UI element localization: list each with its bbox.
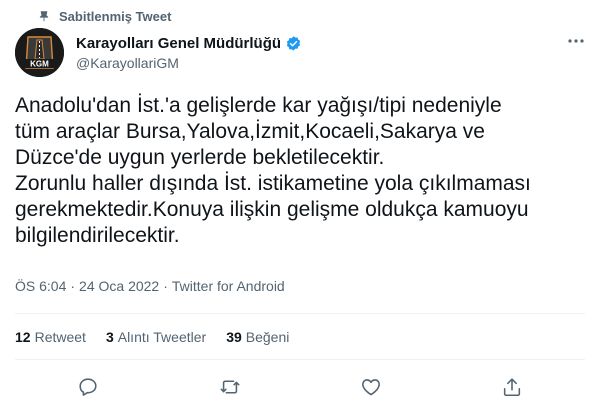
meta-separator: · — [70, 278, 76, 294]
retweet-count: 12 — [15, 329, 31, 345]
like-stat[interactable]: 39 Beğeni — [226, 329, 289, 345]
tweet-stats: 12 Retweet 3 Alıntı Tweetler 39 Beğeni — [15, 329, 309, 345]
tweet-source[interactable]: Twitter for Android — [172, 278, 285, 294]
share-icon — [503, 378, 521, 397]
share-button[interactable] — [501, 376, 523, 398]
like-label: Beğeni — [245, 329, 290, 345]
meta-separator: · — [163, 278, 168, 294]
reply-icon — [79, 378, 97, 396]
tweet-text: Anadolu'dan İst.'a gelişlerde kar yağışı… — [15, 94, 531, 247]
heart-icon — [362, 379, 380, 396]
avatar-logo-text: KGM — [30, 60, 49, 69]
retweet-icon — [220, 380, 240, 394]
tweet-date[interactable]: 24 Oca 2022 — [79, 278, 159, 294]
pin-icon — [39, 11, 49, 22]
author-name-row[interactable]: Karayolları Genel Müdürlüğü — [76, 33, 302, 53]
like-count: 39 — [226, 329, 242, 345]
pinned-label: Sabitlenmiş Tweet — [59, 9, 172, 24]
verified-badge-icon — [286, 35, 301, 51]
tweet-meta: ÖS 6:04 · 24 Oca 2022 · Twitter for Andr… — [15, 278, 285, 294]
quote-tweet-stat[interactable]: 3 Alıntı Tweetler — [106, 329, 206, 345]
pinned-indicator: Sabitlenmiş Tweet — [0, 0, 593, 30]
more-dots-icon[interactable] — [566, 34, 586, 48]
avatar[interactable]: KGM — [15, 28, 64, 77]
retweet-label: Retweet — [34, 329, 86, 345]
author-handle[interactable]: @KarayollariGM — [76, 55, 179, 71]
retweet-stat[interactable]: 12 Retweet — [15, 329, 86, 345]
quote-tweet-count: 3 — [105, 329, 114, 345]
tweet-time[interactable]: ÖS 6:04 — [15, 278, 66, 294]
retweet-button[interactable] — [219, 376, 241, 398]
author-display-name[interactable]: Karayolları Genel Müdürlüğü — [76, 35, 281, 52]
divider — [15, 359, 585, 360]
like-button[interactable] — [360, 376, 382, 398]
divider — [15, 313, 585, 314]
reply-button[interactable] — [77, 376, 99, 398]
quote-tweet-label: Alıntı Tweetler — [117, 329, 207, 345]
